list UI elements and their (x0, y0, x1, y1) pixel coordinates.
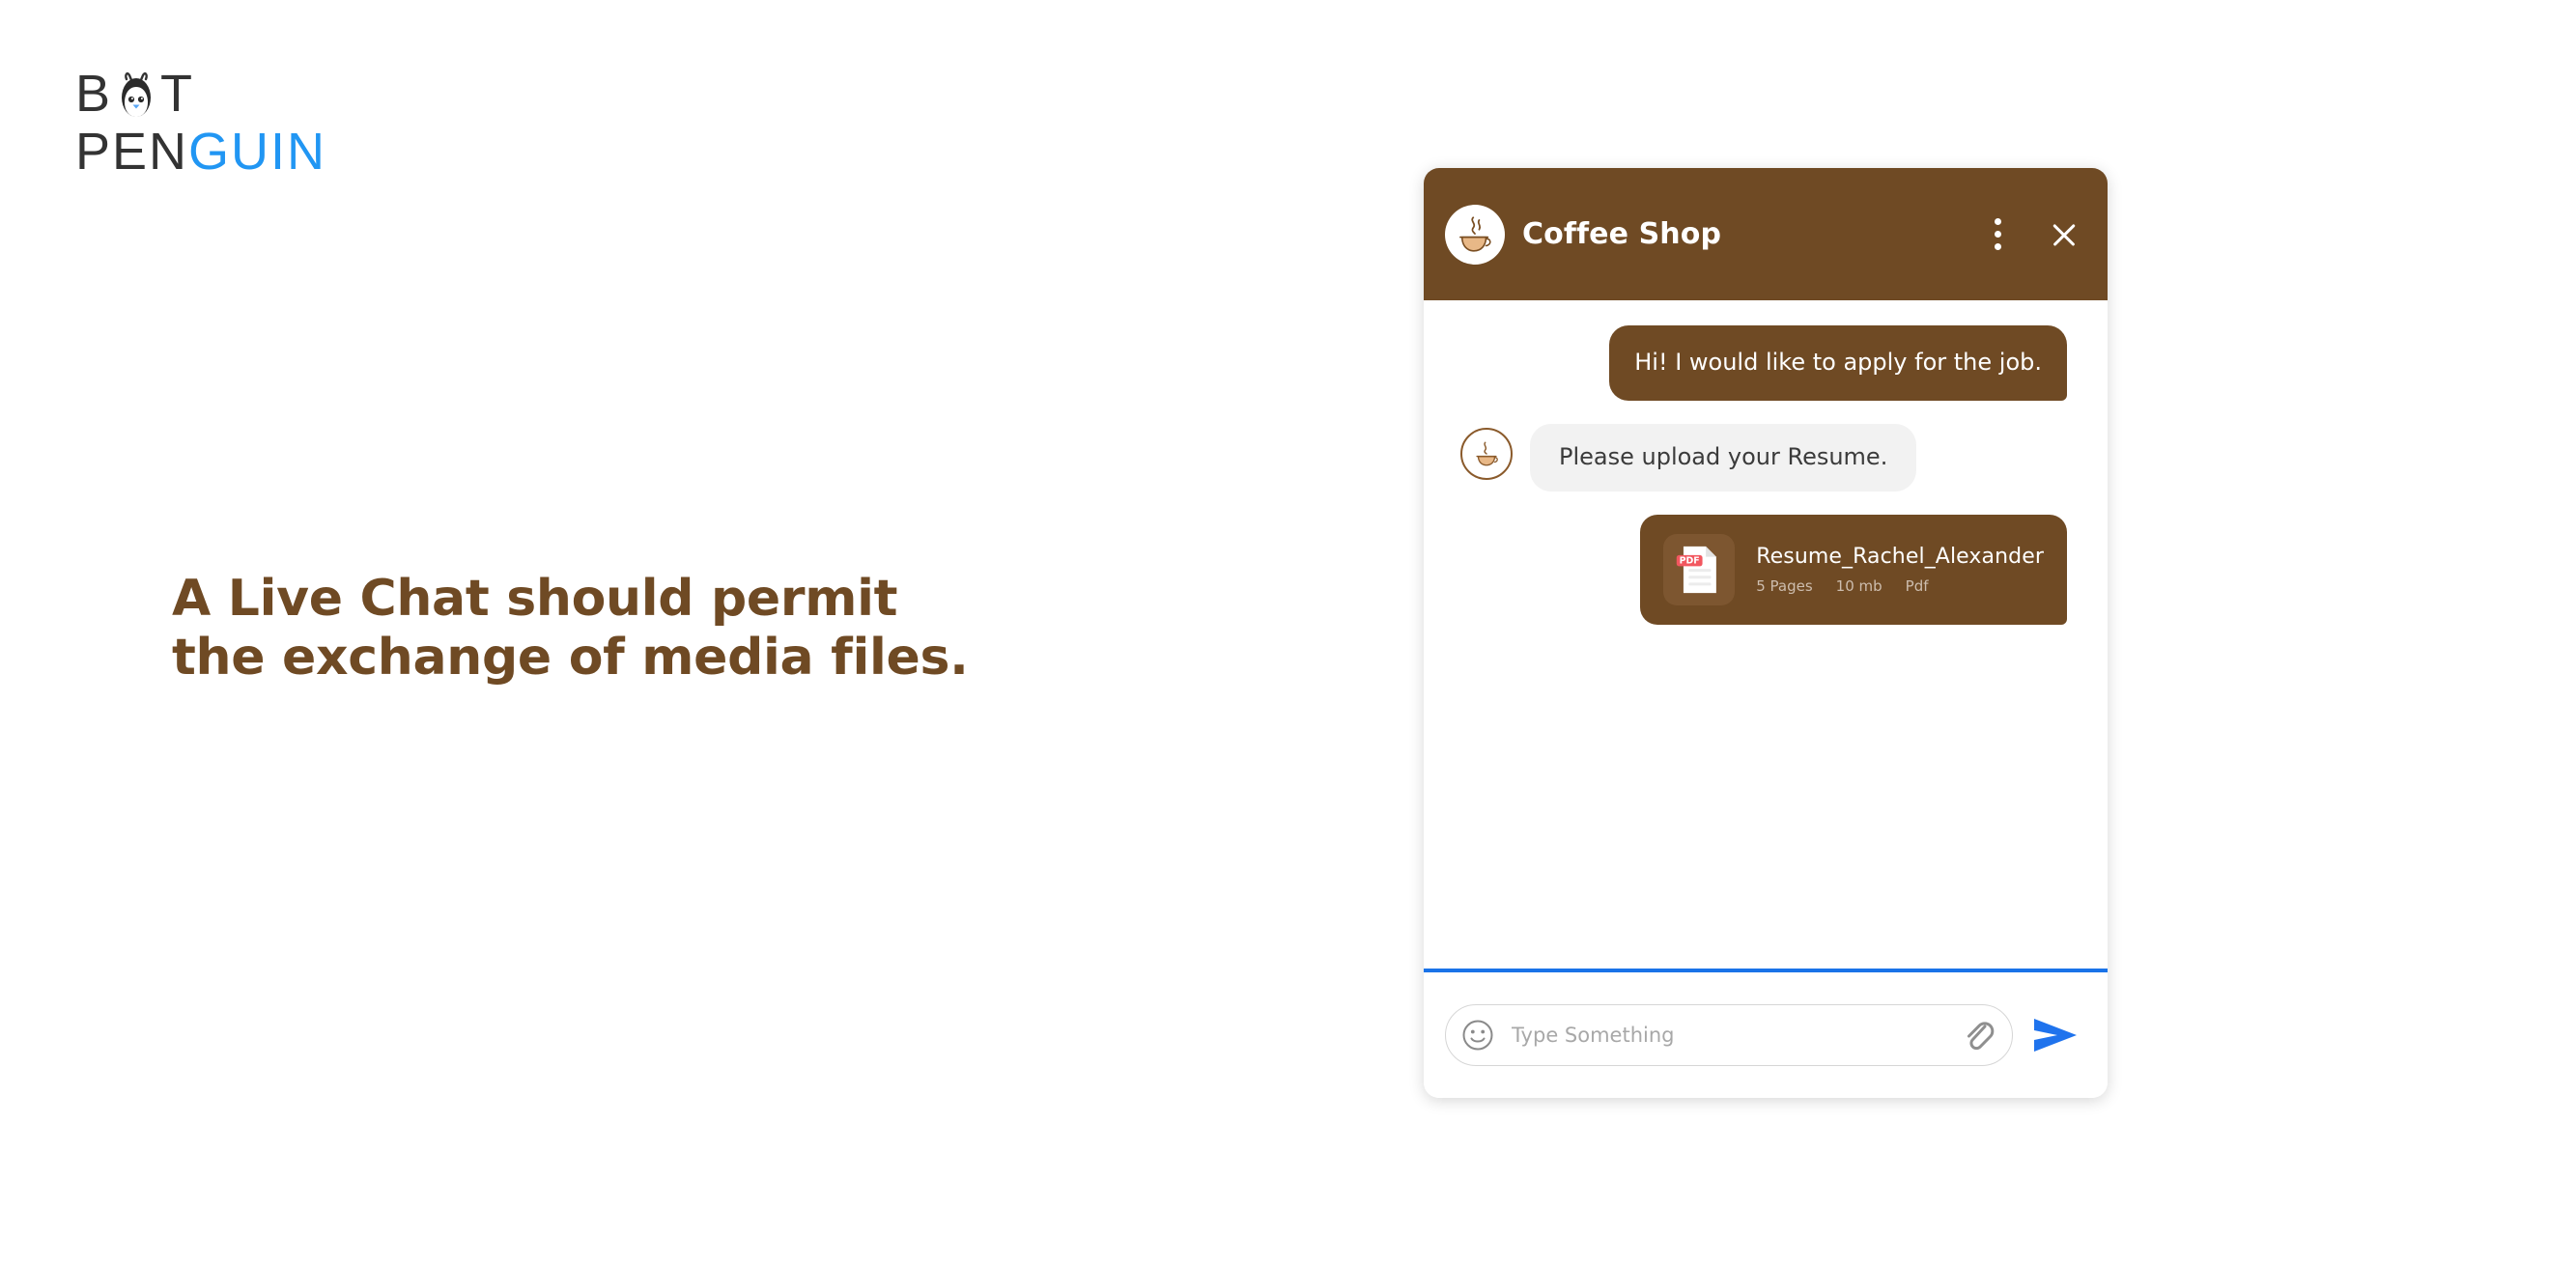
paperclip-icon[interactable] (1960, 1016, 1995, 1054)
coffee-cup-icon (1459, 215, 1491, 252)
file-attachment-card[interactable]: PDF Resume_Rachel_Alexander 5 Pages 10 m… (1640, 515, 2067, 626)
message-bubble-bot: Please upload your Resume. (1530, 424, 1917, 492)
message-input-container[interactable] (1445, 1004, 2013, 1066)
emoji-smiley-icon[interactable] (1461, 1019, 1494, 1052)
file-type: Pdf (1905, 577, 1929, 596)
logo-letter-b: B (75, 65, 113, 123)
headline-line-2: the exchange of media files. (172, 629, 969, 688)
logo-text-pen: PEN (75, 123, 189, 181)
avatar (1445, 204, 1505, 265)
file-size: 10 mb (1835, 577, 1882, 596)
chat-input-bar (1424, 972, 2108, 1098)
file-meta: Resume_Rachel_Alexander 5 Pages 10 mb Pd… (1756, 545, 2044, 595)
chat-widget: Coffee Shop Hi! I would like to apply fo… (1424, 168, 2108, 1098)
coffee-cup-icon (1476, 441, 1498, 466)
penguin-icon (114, 70, 158, 121)
file-details: 5 Pages 10 mb Pdf (1756, 577, 2044, 595)
search-input[interactable] (1510, 1023, 1950, 1048)
kebab-menu-icon[interactable] (1984, 212, 2011, 256)
logo-text-guin: GUIN (188, 123, 327, 181)
pdf-file-icon: PDF (1663, 534, 1736, 606)
headline-line-1: A Live Chat should permit (172, 569, 898, 628)
bot-avatar (1460, 428, 1513, 481)
logo-line-1: B T (75, 66, 394, 122)
message-row-attachment: PDF Resume_Rachel_Alexander 5 Pages 10 m… (1460, 515, 2067, 626)
chat-message-list: Hi! I would like to apply for the job. P… (1424, 300, 2108, 969)
file-name: Resume_Rachel_Alexander (1756, 545, 2044, 570)
svg-text:PDF: PDF (1680, 556, 1700, 567)
message-row-incoming: Please upload your Resume. (1460, 424, 2067, 492)
message-bubble-user: Hi! I would like to apply for the job. (1609, 325, 2067, 402)
header-actions (1984, 212, 2081, 256)
message-row-outgoing: Hi! I would like to apply for the job. (1460, 325, 2067, 402)
page-headline: A Live Chat should permit the exchange o… (172, 570, 1292, 688)
close-icon[interactable] (2048, 218, 2081, 251)
logo-letter-t: T (160, 65, 195, 123)
file-pages: 5 Pages (1756, 577, 1813, 596)
logo-line-2: PEN GUIN (75, 124, 394, 180)
send-arrow-icon[interactable] (2030, 1013, 2081, 1057)
chat-title: Coffee Shop (1522, 217, 1722, 251)
botpenguin-logo: B T PEN GUIN (75, 66, 394, 182)
chat-header: Coffee Shop (1424, 168, 2108, 300)
